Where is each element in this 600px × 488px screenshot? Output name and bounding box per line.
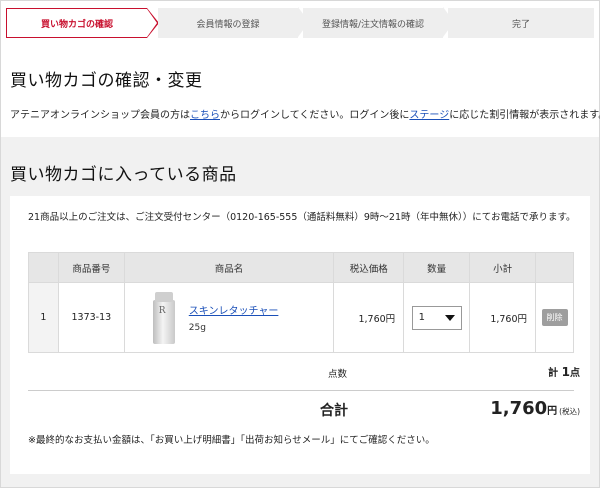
total-value: 1,760円 (税込) [490,398,580,419]
login-note: アテニアオンラインショップ会員の方はこちらからログインしてください。ログイン後に… [10,106,600,121]
quantity-select[interactable]: 1 [411,305,462,330]
chevron-down-icon [444,314,455,321]
checkout-steps: 買い物カゴの確認 会員情報の登録 登録情報/注文情報の確認 完了 [6,7,594,38]
delete-cell: 削除 [535,282,574,353]
step-label: 買い物カゴの確認 [40,19,113,30]
step-order-confirm: 登録情報/注文情報の確認 [303,7,454,38]
header-index [28,252,59,283]
count-unit: 点 [570,368,580,379]
step-complete: 完了 [448,8,594,38]
stage-link[interactable]: ステージ [409,110,449,121]
header-code: 商品番号 [57,252,125,283]
step-cart-confirm: 買い物カゴの確認 [6,8,159,38]
product-thumbnail[interactable]: R [151,291,177,344]
login-note-prefix: アテニアオンラインショップ会員の方は [10,110,190,121]
header-price: 税込価格 [333,252,405,283]
login-note-middle: からログインしてください。ログイン後に [220,110,410,121]
header-delete [535,252,574,283]
cart-table: 商品番号 商品名 税込価格 数量 小計 1 1373-13 R スキンレタッチャ… [28,252,574,353]
product-subtotal: 1,760円 [469,282,537,353]
header-subtotal: 小計 [469,252,537,283]
product-name-link[interactable]: スキンレタッチャー [189,302,279,317]
step-member-register: 会員情報の登録 [158,7,309,38]
delete-button[interactable]: 削除 [541,309,568,326]
divider [28,390,574,391]
total-unit: 円 [547,406,558,417]
count-prefix: 計 [548,368,559,379]
header-qty: 数量 [403,252,471,283]
cart-panel: 21商品以上のご注文は、ご注文受付センター（0120-165-555（通話料無料… [10,196,590,474]
qty-cell: 1 [403,282,471,353]
total-label: 合計 [320,403,348,419]
product-volume: 25g [188,323,206,333]
phone-order-note: 21商品以上のご注文は、ご注文受付センター（0120-165-555（通話料無料… [28,212,576,223]
step-label: 登録情報/注文情報の確認 [321,19,425,30]
count-label: 点数 [328,369,348,380]
step-label: 完了 [511,19,530,30]
login-note-suffix: に応じた割引情報が表示されます。 [449,110,600,121]
cart-title: 買い物カゴに入っている商品 [10,165,237,185]
header-name: 商品名 [123,252,335,283]
final-payment-note: ※最終的なお支払い金額は、「お買い上げ明細書」「出荷お知らせメール」にてご確認く… [28,435,435,446]
table-row: 1 1373-13 R スキンレタッチャー 25g 1,760円 1 1,760… [28,282,574,353]
product-price: 1,760円 [333,282,405,353]
step-label: 会員情報の登録 [196,19,260,30]
count-number: 1 [561,365,570,379]
table-header-row: 商品番号 商品名 税込価格 数量 小計 [28,252,574,283]
page-title: 買い物カゴの確認・変更 [10,71,203,91]
quantity-value: 1 [418,312,426,323]
count-value: 計 1点 [548,364,580,379]
product-code: 1373-13 [57,282,125,353]
login-link[interactable]: こちら [190,110,220,121]
product-name-cell: R スキンレタッチャー 25g [123,282,335,353]
total-amount: 1,760 [490,398,548,419]
row-index: 1 [28,282,59,353]
item-count-row: 点数 計 1点 [28,362,580,384]
tax-note: (税込) [559,407,580,416]
